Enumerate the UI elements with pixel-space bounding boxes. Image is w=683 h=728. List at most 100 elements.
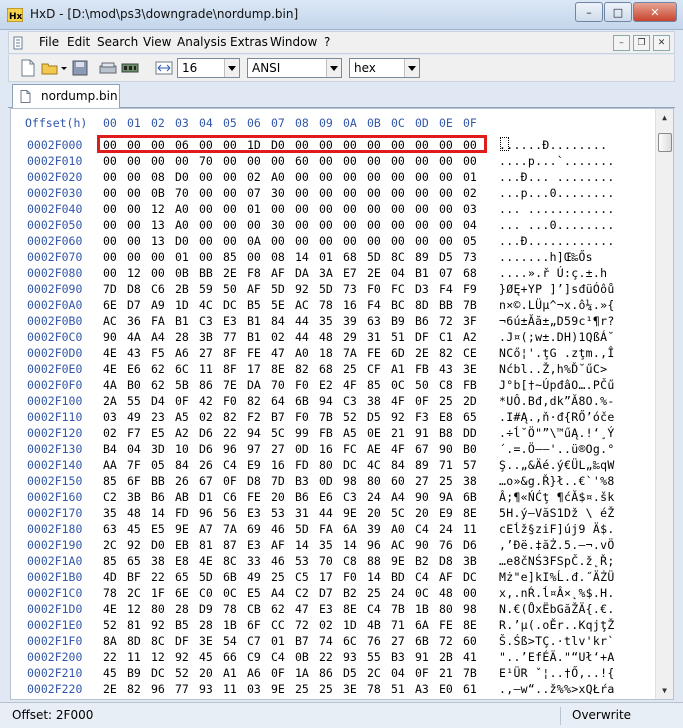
hex-byte[interactable]: 30 [271,186,285,200]
hex-byte[interactable]: 39 [367,522,381,536]
ascii-text[interactable]: .‚–w“..ž%%>xQŁŕa [499,682,615,696]
hex-byte[interactable]: 0D [295,442,309,456]
hex-byte[interactable]: 49 [247,570,261,584]
hex-editor[interactable]: Offset(h) 00 01 02 03 04 05 06 07 08 09 0A 0B 0C 0D 0E… [10,108,674,700]
hex-byte[interactable]: 4D [103,570,117,584]
hex-byte[interactable]: 9A [439,490,453,504]
hex-byte[interactable]: 01 [175,250,189,264]
hex-byte[interactable]: 00 [151,250,165,264]
hex-byte[interactable]: B2 [343,586,357,600]
hex-byte[interactable]: 00 [343,202,357,216]
hex-byte[interactable]: D1 [199,490,213,504]
hex-byte[interactable]: C4 [223,458,237,472]
hex-byte[interactable]: 00 [415,186,429,200]
hex-byte[interactable]: F0 [367,282,381,296]
hex-byte[interactable]: 5B [175,378,189,392]
hex-byte[interactable]: B1 [247,330,261,344]
hex-byte[interactable]: 0A [247,234,261,248]
hex-byte[interactable]: 82 [223,410,237,424]
hex-byte[interactable]: AC [295,298,309,312]
hex-byte[interactable]: 16 [343,298,357,312]
hex-byte[interactable]: F2 [247,410,261,424]
hex-byte[interactable]: 00 [367,234,381,248]
hex-byte[interactable]: DF [415,330,429,344]
hex-byte[interactable]: A9 [151,298,165,312]
hex-byte[interactable]: D8 [127,282,141,296]
hex-byte[interactable]: 6F [127,474,141,488]
hex-byte[interactable]: 2C [127,586,141,600]
hex-byte[interactable]: BB [151,474,165,488]
maximize-button[interactable]: □ [604,2,632,22]
menu-file[interactable]: File [39,35,59,49]
hex-byte[interactable]: 2E [415,346,429,360]
hex-byte[interactable]: 12 [151,202,165,216]
hex-byte[interactable]: 4E [103,602,117,616]
menu-extras[interactable]: Extras [230,35,268,49]
ascii-text[interactable]: *UÔ.Bđ‚dk”Ă8O.%- [499,394,615,408]
hex-byte[interactable]: AE [367,442,381,456]
hex-byte[interactable]: 8A [103,634,117,648]
hex-byte[interactable]: 10 [175,442,189,456]
hex-byte[interactable]: C0 [199,586,213,600]
hex-byte[interactable]: 22 [223,426,237,440]
hex-byte[interactable]: 00 [343,170,357,184]
hex-byte[interactable]: CB [247,602,261,616]
hex-byte[interactable]: 27 [199,346,213,360]
open-dropdown-icon[interactable] [59,59,69,77]
hex-byte[interactable]: 50 [223,282,237,296]
open-disk-icon[interactable] [99,59,117,77]
ascii-text[interactable]: …e8čNŚ3FSpČ.ž˛Ř; [499,554,615,568]
hex-byte[interactable]: 07 [439,266,453,280]
hex-byte[interactable]: 00 [319,186,333,200]
hex-byte[interactable]: 00 [103,170,117,184]
hex-byte[interactable]: 00 [319,218,333,232]
hex-byte[interactable]: 01 [247,202,261,216]
hex-byte[interactable]: C3 [343,394,357,408]
hex-byte[interactable]: E5 [151,426,165,440]
hex-byte[interactable]: A7 [199,522,213,536]
hex-byte[interactable]: 1D [343,618,357,632]
ascii-text[interactable]: N.€(ŮxËbGăŽÄ{.€. [499,602,615,616]
hex-byte[interactable]: 00 [199,170,213,184]
hex-byte[interactable]: 65 [463,410,477,424]
hex-byte[interactable]: 8D [415,298,429,312]
hex-byte[interactable]: 72 [295,618,309,632]
hex-byte[interactable]: AC [103,314,117,328]
hex-byte[interactable]: 93 [343,650,357,664]
hex-byte[interactable]: C9 [247,650,261,664]
hex-byte[interactable]: F7 [127,426,141,440]
hex-byte[interactable]: F4 [439,282,453,296]
hex-byte[interactable]: 7B [463,666,477,680]
hex-byte[interactable]: D3 [415,282,429,296]
hex-byte[interactable]: 03 [247,682,261,696]
hex-byte[interactable]: 02 [103,426,117,440]
ascii-text[interactable]: Â;¶«ŃĆţ ¶ćĂ$¤.šk [499,490,615,504]
hex-byte[interactable]: BC [391,298,405,312]
hex-byte[interactable]: 86 [199,378,213,392]
hex-byte[interactable]: 9E [391,554,405,568]
hex-byte[interactable]: 0F [223,474,237,488]
hex-byte[interactable]: 0B [295,650,309,664]
hex-byte[interactable]: 94 [319,394,333,408]
hex-byte[interactable]: 44 [319,506,333,520]
hex-byte[interactable]: 8E [463,506,477,520]
hex-byte[interactable]: A5 [343,426,357,440]
hex-byte[interactable]: D6 [199,426,213,440]
hex-byte[interactable]: FD [295,458,309,472]
hex-byte[interactable]: 68 [463,266,477,280]
ascii-text[interactable]: "..’EfÉÄ."“Uł‘+A [499,650,615,664]
ascii-text[interactable]: n×©.LÜµ^¬x.ô¼.»{ [499,298,615,312]
hex-byte[interactable]: 01 [463,170,477,184]
ascii-text[interactable]: Mż"e]kI%Ĺ.đ.˝ÄŻÜ [499,570,615,584]
ascii-text[interactable]: .......h]Œ‰Ős [499,250,593,264]
hex-byte[interactable]: 9E [271,682,285,696]
hex-byte[interactable]: 8E [463,618,477,632]
hex-byte[interactable]: 00 [175,154,189,168]
hex-byte[interactable]: 00 [295,202,309,216]
hex-byte[interactable]: A3 [415,682,429,696]
hex-byte[interactable]: 00 [415,218,429,232]
hex-byte[interactable]: 96 [367,538,381,552]
hex-byte[interactable]: 35 [103,506,117,520]
hex-byte[interactable]: 7D [103,282,117,296]
hex-byte[interactable]: E3 [247,506,261,520]
